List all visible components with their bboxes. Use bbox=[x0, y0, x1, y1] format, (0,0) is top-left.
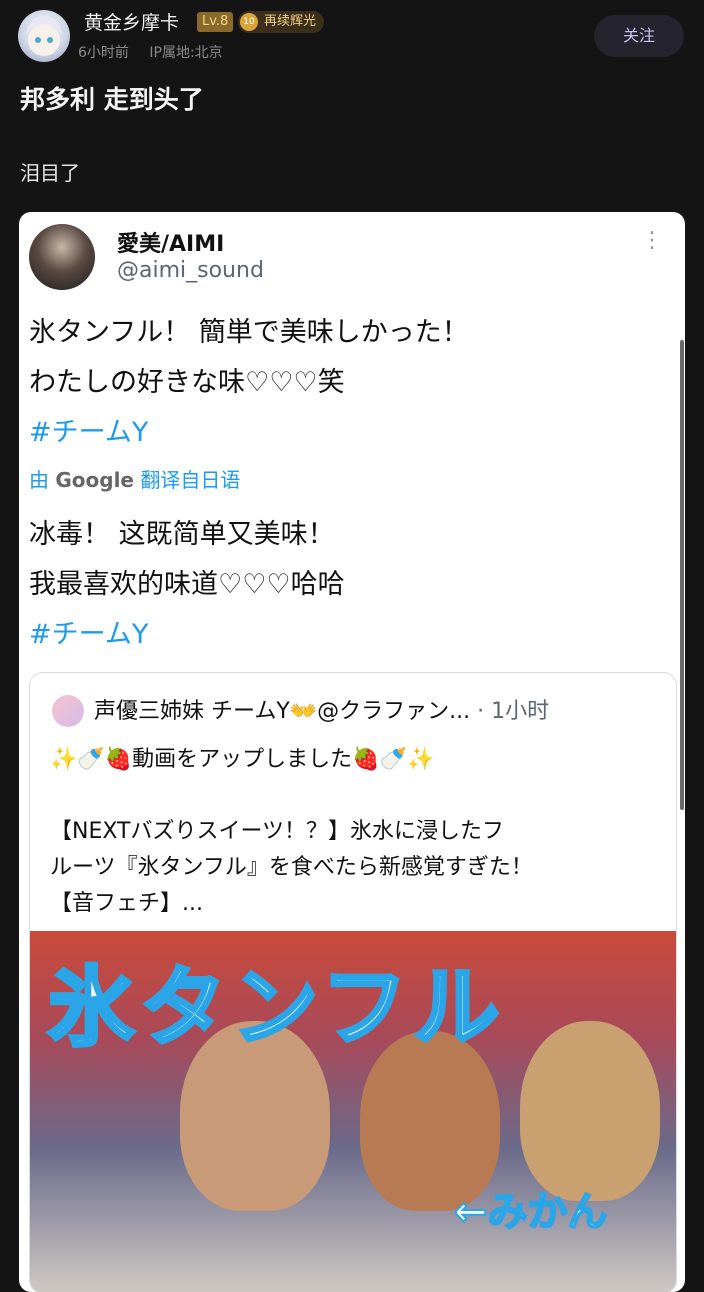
google-logo-text: Google bbox=[55, 468, 134, 492]
video-thumbnail: 氷タンフル ←みかん bbox=[30, 931, 676, 1292]
embedded-tweet-screenshot[interactable]: 愛美/AIMI @aimi_sound ⋮ 氷タンフル！ 簡単で美味しかった！ … bbox=[19, 212, 685, 1292]
translated-hashtag: #チームY bbox=[29, 619, 149, 650]
quoted-author: 声優三姉妹 チームY👐@クラファン... bbox=[94, 699, 471, 724]
quoted-time: · 1小时 bbox=[477, 699, 550, 724]
quoted-text-line: ルーツ『氷タンフル』を食べたら新感覚すぎた！ bbox=[50, 855, 533, 880]
person-figure bbox=[520, 1021, 660, 1201]
translated-text-line: 我最喜欢的味道♡♡♡哈哈 bbox=[29, 569, 345, 600]
thumbnail-caption: ←みかん bbox=[453, 1188, 609, 1236]
quoted-text-line: 【音フェチ】... bbox=[50, 891, 203, 916]
tweet-text-line: 氷タンフル！ 簡単で美味しかった！ bbox=[29, 317, 469, 348]
quoted-text-line: 【NEXTバズりスイーツ！？】氷水に浸したフ bbox=[50, 819, 505, 844]
medal-icon: 10 bbox=[240, 13, 258, 31]
username[interactable]: 黄金乡摩卡 bbox=[84, 8, 179, 35]
anime-avatar-icon bbox=[26, 16, 62, 56]
translated-text-line: 冰毒！ 这既简单又美味！ bbox=[29, 519, 335, 550]
quoted-author-avatar bbox=[52, 695, 84, 727]
translate-prefix: 由 bbox=[29, 468, 49, 492]
translate-suffix: 翻译自日语 bbox=[140, 468, 241, 492]
post-title: 邦多利 走到头了 bbox=[20, 85, 204, 114]
quoted-header: 声優三姉妹 チームY👐@クラファン... · 1小时 bbox=[94, 693, 549, 725]
post-meta: 6小时前 IP属地:北京 bbox=[78, 42, 239, 62]
user-avatar[interactable] bbox=[18, 10, 70, 62]
quoted-tweet: 声優三姉妹 チームY👐@クラファン... · 1小时 ✨🍼🍓動画をアップしました… bbox=[29, 672, 677, 1292]
tweet-author-name: 愛美/AIMI bbox=[117, 232, 225, 257]
scrollbar[interactable] bbox=[680, 340, 684, 810]
more-icon: ⋮ bbox=[641, 228, 663, 253]
ip-location: IP属地:北京 bbox=[149, 45, 223, 61]
tweet-hashtag: #チームY bbox=[29, 417, 149, 448]
follow-button[interactable]: 关注 bbox=[594, 15, 684, 57]
tweet-author-avatar bbox=[29, 224, 95, 290]
tweet-text-line: わたしの好きな味♡♡♡笑 bbox=[29, 367, 345, 398]
level-badge: Lv.8 bbox=[197, 12, 234, 32]
medal-name: 再续辉光 bbox=[264, 14, 317, 29]
post-body: 泪目了 bbox=[20, 161, 80, 185]
quoted-text-line: ✨🍼🍓動画をアップしました🍓🍼✨ bbox=[50, 747, 435, 772]
tweet-author-handle: @aimi_sound bbox=[117, 258, 264, 283]
fan-medal: 10 再续辉光 bbox=[238, 11, 325, 33]
thumbnail-title: 氷タンフル bbox=[46, 956, 506, 1060]
translation-label: 由 Google 翻译自日语 bbox=[29, 464, 240, 493]
post-time: 6小时前 bbox=[78, 45, 129, 61]
post-header: 黄金乡摩卡 Lv.8 10 再续辉光 6小时前 IP属地:北京 关注 bbox=[0, 0, 704, 72]
